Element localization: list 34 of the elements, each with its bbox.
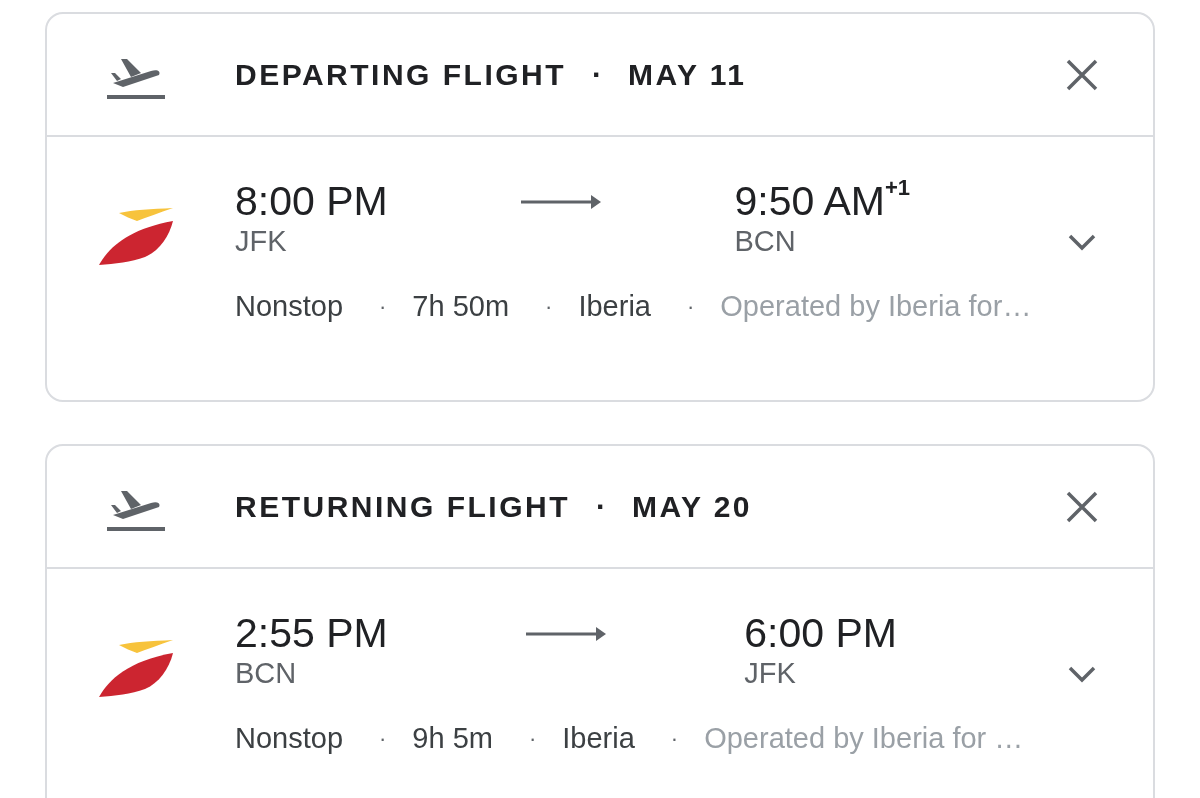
flight-detail: Nonstop [235, 288, 343, 324]
close-icon [1065, 489, 1099, 524]
flight-title: RETURNING FLIGHT [235, 489, 570, 525]
separator-dot: · [528, 725, 537, 754]
separator-dot: · [592, 57, 603, 93]
flight-date: MAY 20 [632, 489, 753, 525]
flight-detail: Nonstop [235, 720, 343, 756]
departure-time: 8:00 PM [235, 179, 389, 225]
separator-dot: · [596, 489, 606, 525]
origin-code: BCN [235, 656, 298, 691]
origin-code: JFK [235, 224, 288, 259]
flight-title: DEPARTING FLIGHT [235, 57, 567, 93]
flight-date: MAY 11 [628, 57, 747, 93]
airline-logo-icon [99, 207, 173, 265]
destination-code: JFK [744, 656, 797, 691]
flight-detail: Operated by Iberia for … [704, 720, 1024, 756]
arrival-time: 9:50 AM$^{+1}$ [734, 179, 911, 225]
flight-detail: Operated by Iberia for… [720, 288, 1032, 324]
separator-dot: · [379, 293, 387, 322]
airline-logo-icon [99, 639, 173, 697]
flight-detail: Iberia [562, 720, 635, 756]
arrival-time: 6:00 PM [744, 611, 898, 657]
departure-time: 2:55 PM [235, 611, 389, 657]
destination-code: BCN [734, 224, 797, 259]
separator-dot: · [686, 293, 695, 322]
flight-detail: Iberia [578, 288, 651, 324]
arrow-icon [521, 192, 602, 211]
close-icon [1065, 57, 1099, 92]
separator-dot: · [670, 725, 679, 754]
separator-dot: · [545, 293, 553, 322]
flight-detail: 7h 50m [412, 288, 510, 324]
flight-detail: 9h 5m [412, 720, 493, 756]
separator-dot: · [379, 725, 387, 754]
arrow-icon [526, 624, 606, 643]
